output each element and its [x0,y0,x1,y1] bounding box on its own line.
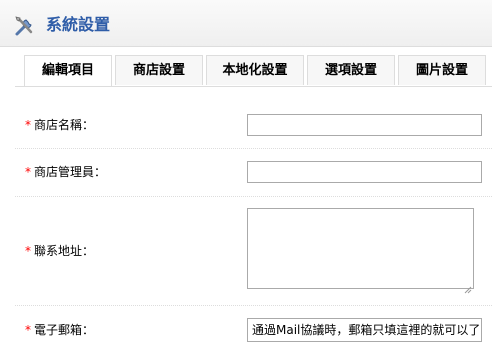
required-mark: * [25,118,31,132]
address-label: * 聯系地址： [25,244,95,258]
store-owner-row: * 商店管理員： [15,149,492,197]
tab-store[interactable]: 商店設置 [115,55,203,85]
settings-panel: 系統設置 編輯項目 商店設置 本地化設置 選項設置 圖片設置 * 商店名稱： * 商… [0,0,492,352]
store-name-input[interactable] [247,114,482,136]
tab-localization[interactable]: 本地化設置 [206,55,304,85]
tab-general[interactable]: 編輯項目 [24,55,112,87]
store-name-label: * 商店名稱： [25,118,95,132]
tab-options[interactable]: 選項設置 [307,55,395,85]
required-mark: * [25,244,31,258]
email-row: * 電子郵箱： 通過Mail協議時，郵箱只填這裡的就可以了 [15,306,492,352]
tools-icon [13,14,37,38]
tab-divider [15,86,492,87]
store-owner-input[interactable] [247,161,482,183]
address-row: * 聯系地址： [15,197,492,306]
page-header: 系統設置 [0,0,492,47]
tab-bar: 編輯項目 商店設置 本地化設置 選項設置 圖片設置 [0,47,492,89]
address-textarea[interactable] [247,208,474,294]
resize-grip-icon[interactable] [464,279,472,294]
store-owner-label: * 商店管理員： [25,165,107,179]
tab-images[interactable]: 圖片設置 [398,55,486,85]
required-mark: * [25,165,31,179]
email-label: * 電子郵箱： [25,323,95,337]
page-title: 系統設置 [46,15,111,34]
required-mark: * [25,323,31,337]
store-name-row: * 商店名稱： [15,104,492,149]
email-input[interactable]: 通過Mail協議時，郵箱只填這裡的就可以了 [247,318,482,342]
